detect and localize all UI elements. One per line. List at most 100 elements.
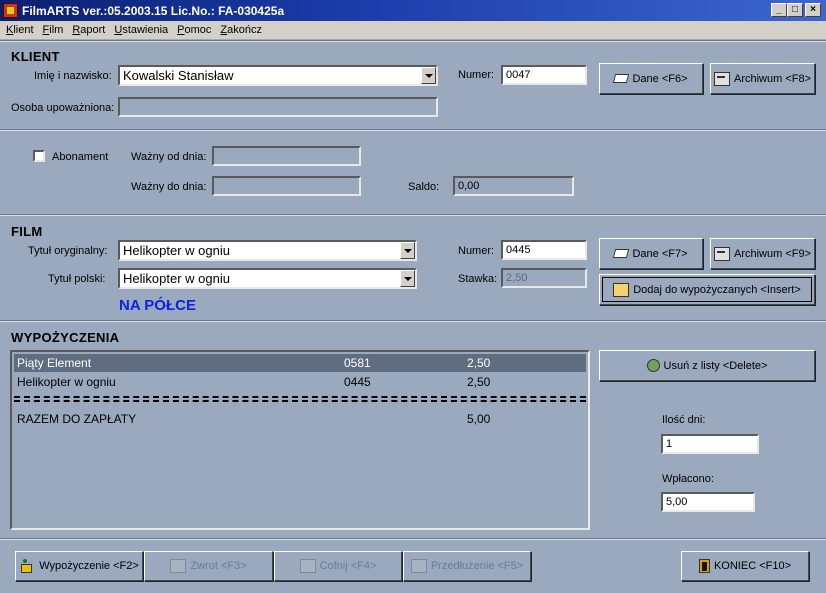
osoba-label: Osoba upoważniona: — [11, 102, 115, 114]
total-value: 5,00 — [467, 412, 491, 426]
close-button[interactable]: × — [805, 3, 821, 17]
row-numer: 0445 — [344, 375, 371, 389]
saldo-value: 0,00 — [453, 176, 574, 196]
add-film-icon — [613, 282, 630, 297]
menu-zakoncz[interactable]: Zakończ — [220, 24, 262, 36]
exit-door-icon — [698, 559, 710, 573]
client-name-value: Kowalski Stanisław — [123, 68, 234, 83]
menu-raport[interactable]: Raport — [72, 24, 105, 36]
przedluzenie-button[interactable]: Przedłużenie <F5> — [403, 551, 531, 581]
stawka-input: 2,50 — [501, 268, 587, 288]
row-title: Helikopter w ogniu — [17, 375, 116, 389]
film-section-title: FILM — [11, 224, 43, 239]
film-numer-input[interactable]: 0445 — [501, 240, 587, 260]
rentals-list[interactable]: Piąty Element 0581 2,50 Helikopter w ogn… — [10, 350, 590, 530]
client-archiwum-button[interactable]: Archiwum <F8> — [710, 63, 815, 94]
wazny-od-input[interactable] — [212, 146, 361, 166]
ilosc-dni-label: Ilość dni: — [662, 414, 706, 426]
chevron-down-icon[interactable] — [421, 67, 436, 84]
usun-label: Usuń z listy <Delete> — [663, 359, 768, 372]
table-row[interactable]: Piąty Element 0581 2,50 — [14, 354, 586, 372]
client-name-combo[interactable]: Kowalski Stanisław — [118, 65, 438, 86]
usun-button[interactable]: Usuń z listy <Delete> — [599, 350, 815, 381]
book-icon — [613, 74, 630, 83]
section-divider — [0, 320, 826, 322]
film-numer-label: Numer: — [458, 245, 495, 257]
window-title: FilmARTS ver.:05.2003.15 Lic.No.: FA-030… — [22, 3, 285, 18]
zwrot-label: Zwrot <F3> — [190, 560, 247, 572]
menu-ustawienia[interactable]: Ustawienia — [114, 24, 168, 36]
remove-icon — [646, 359, 660, 372]
menu-bar: Klient Film Raport Ustawienia Pomoc Zako… — [0, 21, 826, 39]
klient-section-title: KLIENT — [11, 49, 60, 64]
tytul-oryg-value: Helikopter w ogniu — [123, 243, 230, 258]
list-separator — [14, 396, 586, 402]
tytul-oryg-label: Tytuł oryginalny: — [28, 245, 108, 257]
wplacono-label: Wpłacono: — [662, 473, 714, 485]
menu-klient[interactable]: Klient — [6, 24, 34, 36]
section-divider — [0, 40, 826, 42]
przedluzenie-label: Przedłużenie <F5> — [430, 560, 524, 572]
dodaj-button[interactable]: Dodaj do wypożyczanych <Insert> — [599, 274, 815, 305]
section-divider — [0, 214, 826, 216]
running-man-icon — [19, 559, 35, 573]
wypozyczenie-button[interactable]: Wypożyczenie <F2> — [15, 551, 143, 581]
table-row[interactable]: Helikopter w ogniu 0445 2,50 — [14, 373, 586, 391]
section-divider — [0, 129, 826, 131]
wplacono-input[interactable]: 5,00 — [661, 492, 755, 512]
app-icon — [3, 3, 18, 18]
total-row: RAZEM DO ZAPŁATY 5,00 — [14, 410, 586, 428]
wazny-do-input[interactable] — [212, 176, 361, 196]
minimize-button[interactable]: _ — [771, 3, 787, 17]
ilosc-dni-input[interactable]: 1 — [661, 434, 759, 454]
maximize-button[interactable]: □ — [787, 3, 803, 17]
zwrot-button[interactable]: Zwrot <F3> — [144, 551, 273, 581]
archive-icon — [713, 246, 730, 261]
chevron-down-icon[interactable] — [400, 270, 415, 287]
client-archiwum-label: Archiwum <F8> — [733, 72, 812, 85]
abonament-checkbox[interactable] — [33, 150, 45, 162]
film-dane-label: Dane <F7> — [632, 247, 688, 260]
return-icon — [170, 559, 187, 573]
undo-icon — [299, 559, 316, 573]
film-dane-button[interactable]: Dane <F7> — [599, 238, 703, 269]
tytul-pl-value: Helikopter w ogniu — [123, 271, 230, 286]
tytul-pl-combo[interactable]: Helikopter w ogniu — [118, 268, 417, 289]
film-archiwum-button[interactable]: Archiwum <F9> — [710, 238, 815, 269]
wypozyczenia-section-title: WYPOŻYCZENIA — [11, 330, 120, 345]
client-dane-button[interactable]: Dane <F6> — [599, 63, 703, 94]
client-numer-input[interactable]: 0047 — [501, 65, 587, 85]
chevron-down-icon[interactable] — [400, 242, 415, 259]
document-icon — [410, 559, 427, 573]
osoba-input[interactable] — [118, 97, 438, 117]
saldo-label: Saldo: — [408, 181, 440, 193]
row-stawka: 2,50 — [467, 356, 491, 370]
title-bar: FilmARTS ver.:05.2003.15 Lic.No.: FA-030… — [0, 0, 826, 21]
total-label: RAZEM DO ZAPŁATY — [17, 412, 137, 426]
tytul-oryg-combo[interactable]: Helikopter w ogniu — [118, 240, 417, 261]
name-label: Imię i nazwisko: — [34, 70, 112, 82]
row-numer: 0581 — [344, 356, 371, 370]
film-archiwum-label: Archiwum <F9> — [733, 247, 812, 260]
row-title: Piąty Element — [17, 356, 92, 370]
client-dane-label: Dane <F6> — [632, 72, 688, 85]
row-stawka: 2,50 — [467, 375, 491, 389]
wazny-do-label: Ważny do dnia: — [131, 181, 207, 193]
archive-icon — [713, 71, 730, 86]
koniec-button[interactable]: KONIEC <F10> — [681, 551, 809, 581]
tytul-pl-label: Tytuł polski: — [48, 273, 106, 285]
koniec-label: KONIEC <F10> — [713, 560, 792, 572]
menu-pomoc[interactable]: Pomoc — [177, 24, 211, 36]
book-icon — [613, 249, 630, 258]
section-divider — [0, 538, 826, 540]
cofnij-label: Cofnij <F4> — [319, 560, 377, 572]
wazny-od-label: Ważny od dnia: — [131, 151, 207, 163]
cofnij-button[interactable]: Cofnij <F4> — [274, 551, 402, 581]
dodaj-label: Dodaj do wypożyczanych <Insert> — [633, 283, 801, 296]
abonament-label: Abonament — [52, 151, 109, 163]
film-status: NA PÓŁCE — [119, 297, 196, 314]
client-numer-label: Numer: — [458, 69, 495, 81]
menu-film[interactable]: Film — [43, 24, 64, 36]
wypozyczenie-label: Wypożyczenie <F2> — [39, 560, 139, 572]
stawka-label: Stawka: — [458, 273, 498, 285]
